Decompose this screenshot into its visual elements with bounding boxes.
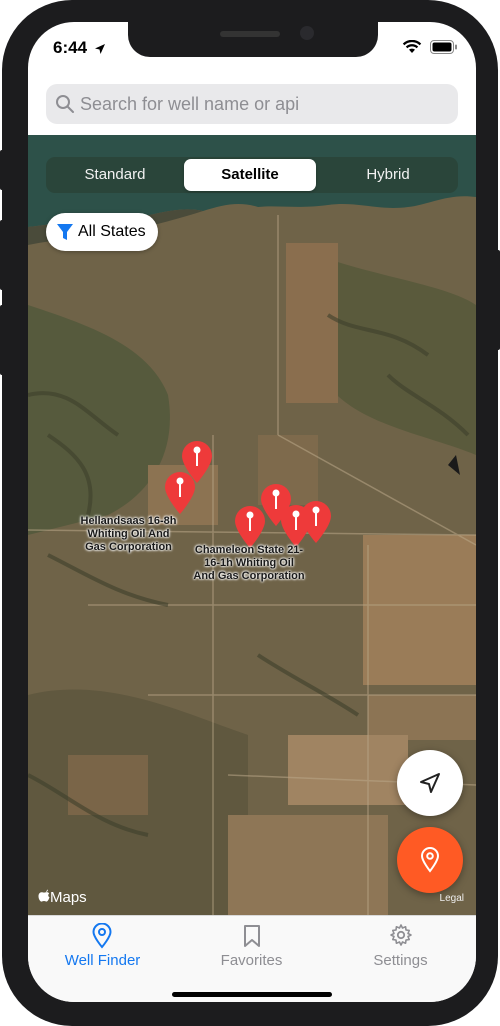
well-label-hellandsaas: Hellandsaas 16-8h Whiting Oil And Gas Co…	[66, 515, 191, 554]
map-pin-icon	[281, 505, 311, 547]
funnel-icon	[57, 224, 73, 240]
location-pin-icon	[92, 923, 112, 949]
gear-icon	[390, 924, 412, 946]
legal-link[interactable]: Legal	[440, 893, 464, 904]
search-icon	[56, 95, 74, 113]
drop-pin-button[interactable]	[397, 827, 463, 893]
location-arrow-icon	[94, 43, 105, 54]
search-bar[interactable]: Search for well name or api	[46, 84, 458, 124]
front-camera	[300, 26, 314, 40]
navigation-arrow-icon	[420, 773, 440, 793]
home-indicator[interactable]	[172, 992, 332, 997]
search-input[interactable]: Search for well name or api	[80, 94, 299, 115]
map-view[interactable]: Standard Satellite Hybrid All States Hel…	[28, 135, 476, 915]
mute-switch	[0, 150, 4, 190]
notch	[128, 22, 378, 57]
well-pin[interactable]	[163, 471, 197, 515]
tab-well-finder[interactable]: Well Finder	[28, 916, 177, 976]
speaker	[220, 31, 280, 37]
battery-icon	[430, 40, 457, 54]
volume-up-button	[0, 220, 4, 290]
well-pin[interactable]	[279, 504, 313, 548]
map-type-standard[interactable]: Standard	[48, 159, 182, 191]
filter-label: All States	[78, 223, 146, 240]
phone-frame: 6:44 Search for well name or api Standar…	[0, 0, 500, 1026]
tab-label: Settings	[373, 952, 428, 969]
apple-logo-icon	[38, 889, 50, 902]
well-label-line: And Gas Corporation	[193, 570, 305, 582]
map-pin-icon	[235, 506, 265, 548]
well-label-line: Chameleon State 21-	[194, 544, 304, 556]
well-label-line: Whiting Oil And	[87, 528, 170, 540]
map-pin-icon	[165, 472, 195, 514]
state-filter-button[interactable]: All States	[46, 213, 158, 251]
well-pin[interactable]	[233, 505, 267, 549]
tab-label: Favorites	[220, 952, 283, 969]
well-label-line: Gas Corporation	[85, 541, 172, 553]
well-label-chameleon: Chameleon State 21- 16-1h Whiting Oil An…	[184, 544, 314, 583]
map-type-satellite[interactable]: Satellite	[184, 159, 316, 191]
power-button	[496, 250, 500, 350]
wifi-icon	[402, 39, 421, 53]
tab-bar: Well Finder Favorites Settings	[28, 915, 476, 1002]
tab-settings[interactable]: Settings	[326, 916, 475, 976]
bookmark-icon	[244, 925, 260, 947]
map-marker-icon	[420, 847, 440, 873]
map-type-hybrid[interactable]: Hybrid	[320, 159, 456, 191]
tab-label: Well Finder	[64, 952, 141, 969]
status-time: 6:44	[53, 38, 106, 58]
status-icons	[402, 39, 458, 59]
volume-down-button	[0, 305, 4, 375]
map-type-segmented-control: Standard Satellite Hybrid	[46, 157, 458, 193]
screen: 6:44 Search for well name or api Standar…	[28, 22, 476, 1002]
well-label-line: Hellandsaas 16-8h	[80, 515, 177, 527]
apple-maps-logo: Maps	[38, 889, 87, 906]
well-label-line: 16-1h Whiting Oil	[204, 557, 294, 569]
current-location-button[interactable]	[397, 750, 463, 816]
tab-favorites[interactable]: Favorites	[177, 916, 326, 976]
maps-logo-text: Maps	[50, 889, 87, 906]
